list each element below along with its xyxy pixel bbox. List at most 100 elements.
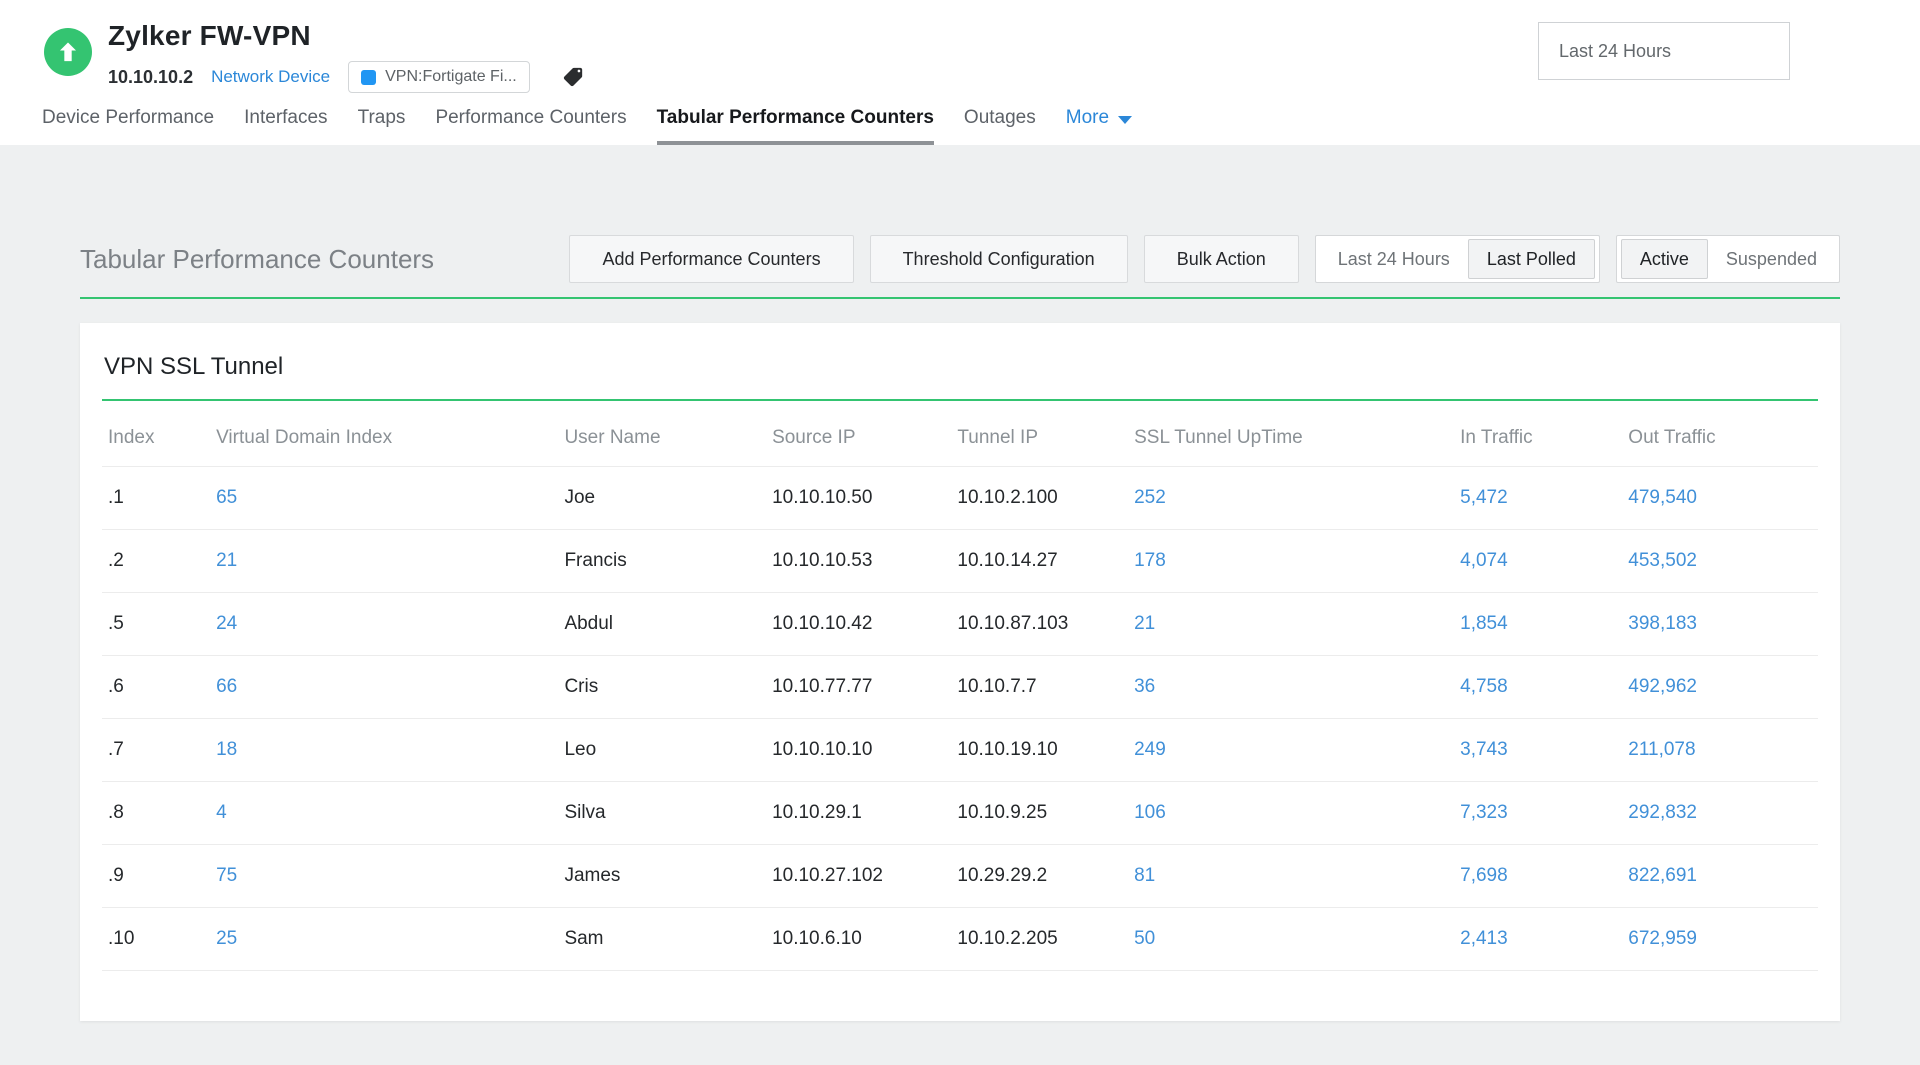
col-virtual-domain-index: Virtual Domain Index xyxy=(210,401,558,467)
cell-text: Leo xyxy=(558,719,766,782)
tab-more[interactable]: More xyxy=(1066,107,1132,145)
main-content: Tabular Performance Counters Add Perform… xyxy=(0,235,1920,1021)
cell-text: 10.10.87.103 xyxy=(951,593,1128,656)
cell-link[interactable]: 398,183 xyxy=(1622,593,1818,656)
cell-link[interactable]: 24 xyxy=(210,593,558,656)
device-tag-chip[interactable]: VPN:Fortigate Fi... xyxy=(348,61,530,93)
tab-tabular-performance-counters[interactable]: Tabular Performance Counters xyxy=(657,107,934,145)
bulk-action-button[interactable]: Bulk Action xyxy=(1144,235,1299,283)
cell-text: 10.10.6.10 xyxy=(766,908,951,971)
tab-performance-counters[interactable]: Performance Counters xyxy=(435,107,626,145)
cell-text: 10.10.19.10 xyxy=(951,719,1128,782)
cell-link[interactable]: 25 xyxy=(210,908,558,971)
add-performance-counters-button[interactable]: Add Performance Counters xyxy=(569,235,853,283)
state-toggle: Active Suspended xyxy=(1616,235,1840,283)
cell-link[interactable]: 36 xyxy=(1128,656,1454,719)
col-index: Index xyxy=(102,401,210,467)
device-header: Zylker FW-VPN 10.10.10.2 Network Device … xyxy=(0,0,1920,145)
table-row: .718Leo10.10.10.1010.10.19.102493,743211… xyxy=(102,719,1818,782)
table-row: .84Silva10.10.29.110.10.9.251067,323292,… xyxy=(102,782,1818,845)
threshold-configuration-button[interactable]: Threshold Configuration xyxy=(870,235,1128,283)
cell-text: 10.10.10.42 xyxy=(766,593,951,656)
cell-link[interactable]: 1,854 xyxy=(1454,593,1622,656)
cell-link[interactable]: 2,413 xyxy=(1454,908,1622,971)
cell-link[interactable]: 106 xyxy=(1128,782,1454,845)
cell-link[interactable]: 7,323 xyxy=(1454,782,1622,845)
cell-text: 10.10.14.27 xyxy=(951,530,1128,593)
tab-outages[interactable]: Outages xyxy=(964,107,1036,145)
cell-link[interactable]: 453,502 xyxy=(1622,530,1818,593)
cell-link[interactable]: 65 xyxy=(210,467,558,530)
device-meta: Zylker FW-VPN 10.10.10.2 Network Device … xyxy=(108,20,584,93)
tag-color-swatch-icon xyxy=(361,70,376,85)
cell-text: 10.10.2.100 xyxy=(951,467,1128,530)
cell-link[interactable]: 21 xyxy=(1128,593,1454,656)
cell-text: 10.10.10.50 xyxy=(766,467,951,530)
cell-link[interactable]: 81 xyxy=(1128,845,1454,908)
cell-text: 10.10.7.7 xyxy=(951,656,1128,719)
cell-link[interactable]: 4,758 xyxy=(1454,656,1622,719)
cell-link[interactable]: 178 xyxy=(1128,530,1454,593)
device-status-up-icon xyxy=(44,28,92,76)
cell-link[interactable]: 50 xyxy=(1128,908,1454,971)
cell-link[interactable]: 292,832 xyxy=(1622,782,1818,845)
cell-text: Silva xyxy=(558,782,766,845)
col-tunnel-ip: Tunnel IP xyxy=(951,401,1128,467)
cell-text: 10.10.2.205 xyxy=(951,908,1128,971)
cell-link[interactable]: 211,078 xyxy=(1622,719,1818,782)
tab-traps[interactable]: Traps xyxy=(358,107,406,145)
tag-chip-label: VPN:Fortigate Fi... xyxy=(385,68,517,86)
col-out-traffic: Out Traffic xyxy=(1622,401,1818,467)
cell-text: 10.10.27.102 xyxy=(766,845,951,908)
toggle-suspended[interactable]: Suspended xyxy=(1708,239,1835,279)
cell-text: 10.10.10.53 xyxy=(766,530,951,593)
card-title: VPN SSL Tunnel xyxy=(104,353,1818,381)
toggle-last-polled[interactable]: Last Polled xyxy=(1468,239,1595,279)
cell-text: 10.10.29.1 xyxy=(766,782,951,845)
cell-text: .8 xyxy=(102,782,210,845)
cell-text: Cris xyxy=(558,656,766,719)
tag-icon[interactable] xyxy=(562,66,584,88)
col-ssl-tunnel-uptime: SSL Tunnel UpTime xyxy=(1128,401,1454,467)
col-in-traffic: In Traffic xyxy=(1454,401,1622,467)
device-type-link[interactable]: Network Device xyxy=(211,67,330,87)
device-ip: 10.10.10.2 xyxy=(108,67,193,88)
cell-link[interactable]: 4,074 xyxy=(1454,530,1622,593)
section-title: Tabular Performance Counters xyxy=(80,244,569,275)
cell-link[interactable]: 18 xyxy=(210,719,558,782)
table-row: .524Abdul10.10.10.4210.10.87.103211,8543… xyxy=(102,593,1818,656)
time-range-select[interactable]: Last 24 Hours xyxy=(1538,22,1790,80)
section-divider xyxy=(80,297,1840,299)
table-row: .975James10.10.27.10210.29.29.2817,69882… xyxy=(102,845,1818,908)
device-tabs: Device Performance Interfaces Traps Perf… xyxy=(42,107,1132,145)
cell-link[interactable]: 75 xyxy=(210,845,558,908)
cell-link[interactable]: 3,743 xyxy=(1454,719,1622,782)
vpn-ssl-tunnel-card: VPN SSL Tunnel Index Virtual Domain Inde… xyxy=(80,323,1840,1021)
cell-link[interactable]: 672,959 xyxy=(1622,908,1818,971)
cell-text: .9 xyxy=(102,845,210,908)
tab-interfaces[interactable]: Interfaces xyxy=(244,107,327,145)
cell-text: .2 xyxy=(102,530,210,593)
cell-link[interactable]: 5,472 xyxy=(1454,467,1622,530)
cell-link[interactable]: 822,691 xyxy=(1622,845,1818,908)
tab-device-performance[interactable]: Device Performance xyxy=(42,107,214,145)
up-arrow-icon xyxy=(55,39,81,65)
col-user-name: User Name xyxy=(558,401,766,467)
cell-link[interactable]: 252 xyxy=(1128,467,1454,530)
cell-link[interactable]: 7,698 xyxy=(1454,845,1622,908)
table-row: .1025Sam10.10.6.1010.10.2.205502,413672,… xyxy=(102,908,1818,971)
toggle-last-24-hours[interactable]: Last 24 Hours xyxy=(1320,239,1468,279)
cell-link[interactable]: 249 xyxy=(1128,719,1454,782)
cell-link[interactable]: 21 xyxy=(210,530,558,593)
cell-link[interactable]: 479,540 xyxy=(1622,467,1818,530)
cell-text: James xyxy=(558,845,766,908)
col-source-ip: Source IP xyxy=(766,401,951,467)
cell-text: 10.10.9.25 xyxy=(951,782,1128,845)
cell-text: 10.10.10.10 xyxy=(766,719,951,782)
cell-link[interactable]: 66 xyxy=(210,656,558,719)
cell-text: .5 xyxy=(102,593,210,656)
more-label: More xyxy=(1066,107,1109,129)
cell-link[interactable]: 4 xyxy=(210,782,558,845)
toggle-active[interactable]: Active xyxy=(1621,239,1708,279)
cell-link[interactable]: 492,962 xyxy=(1622,656,1818,719)
